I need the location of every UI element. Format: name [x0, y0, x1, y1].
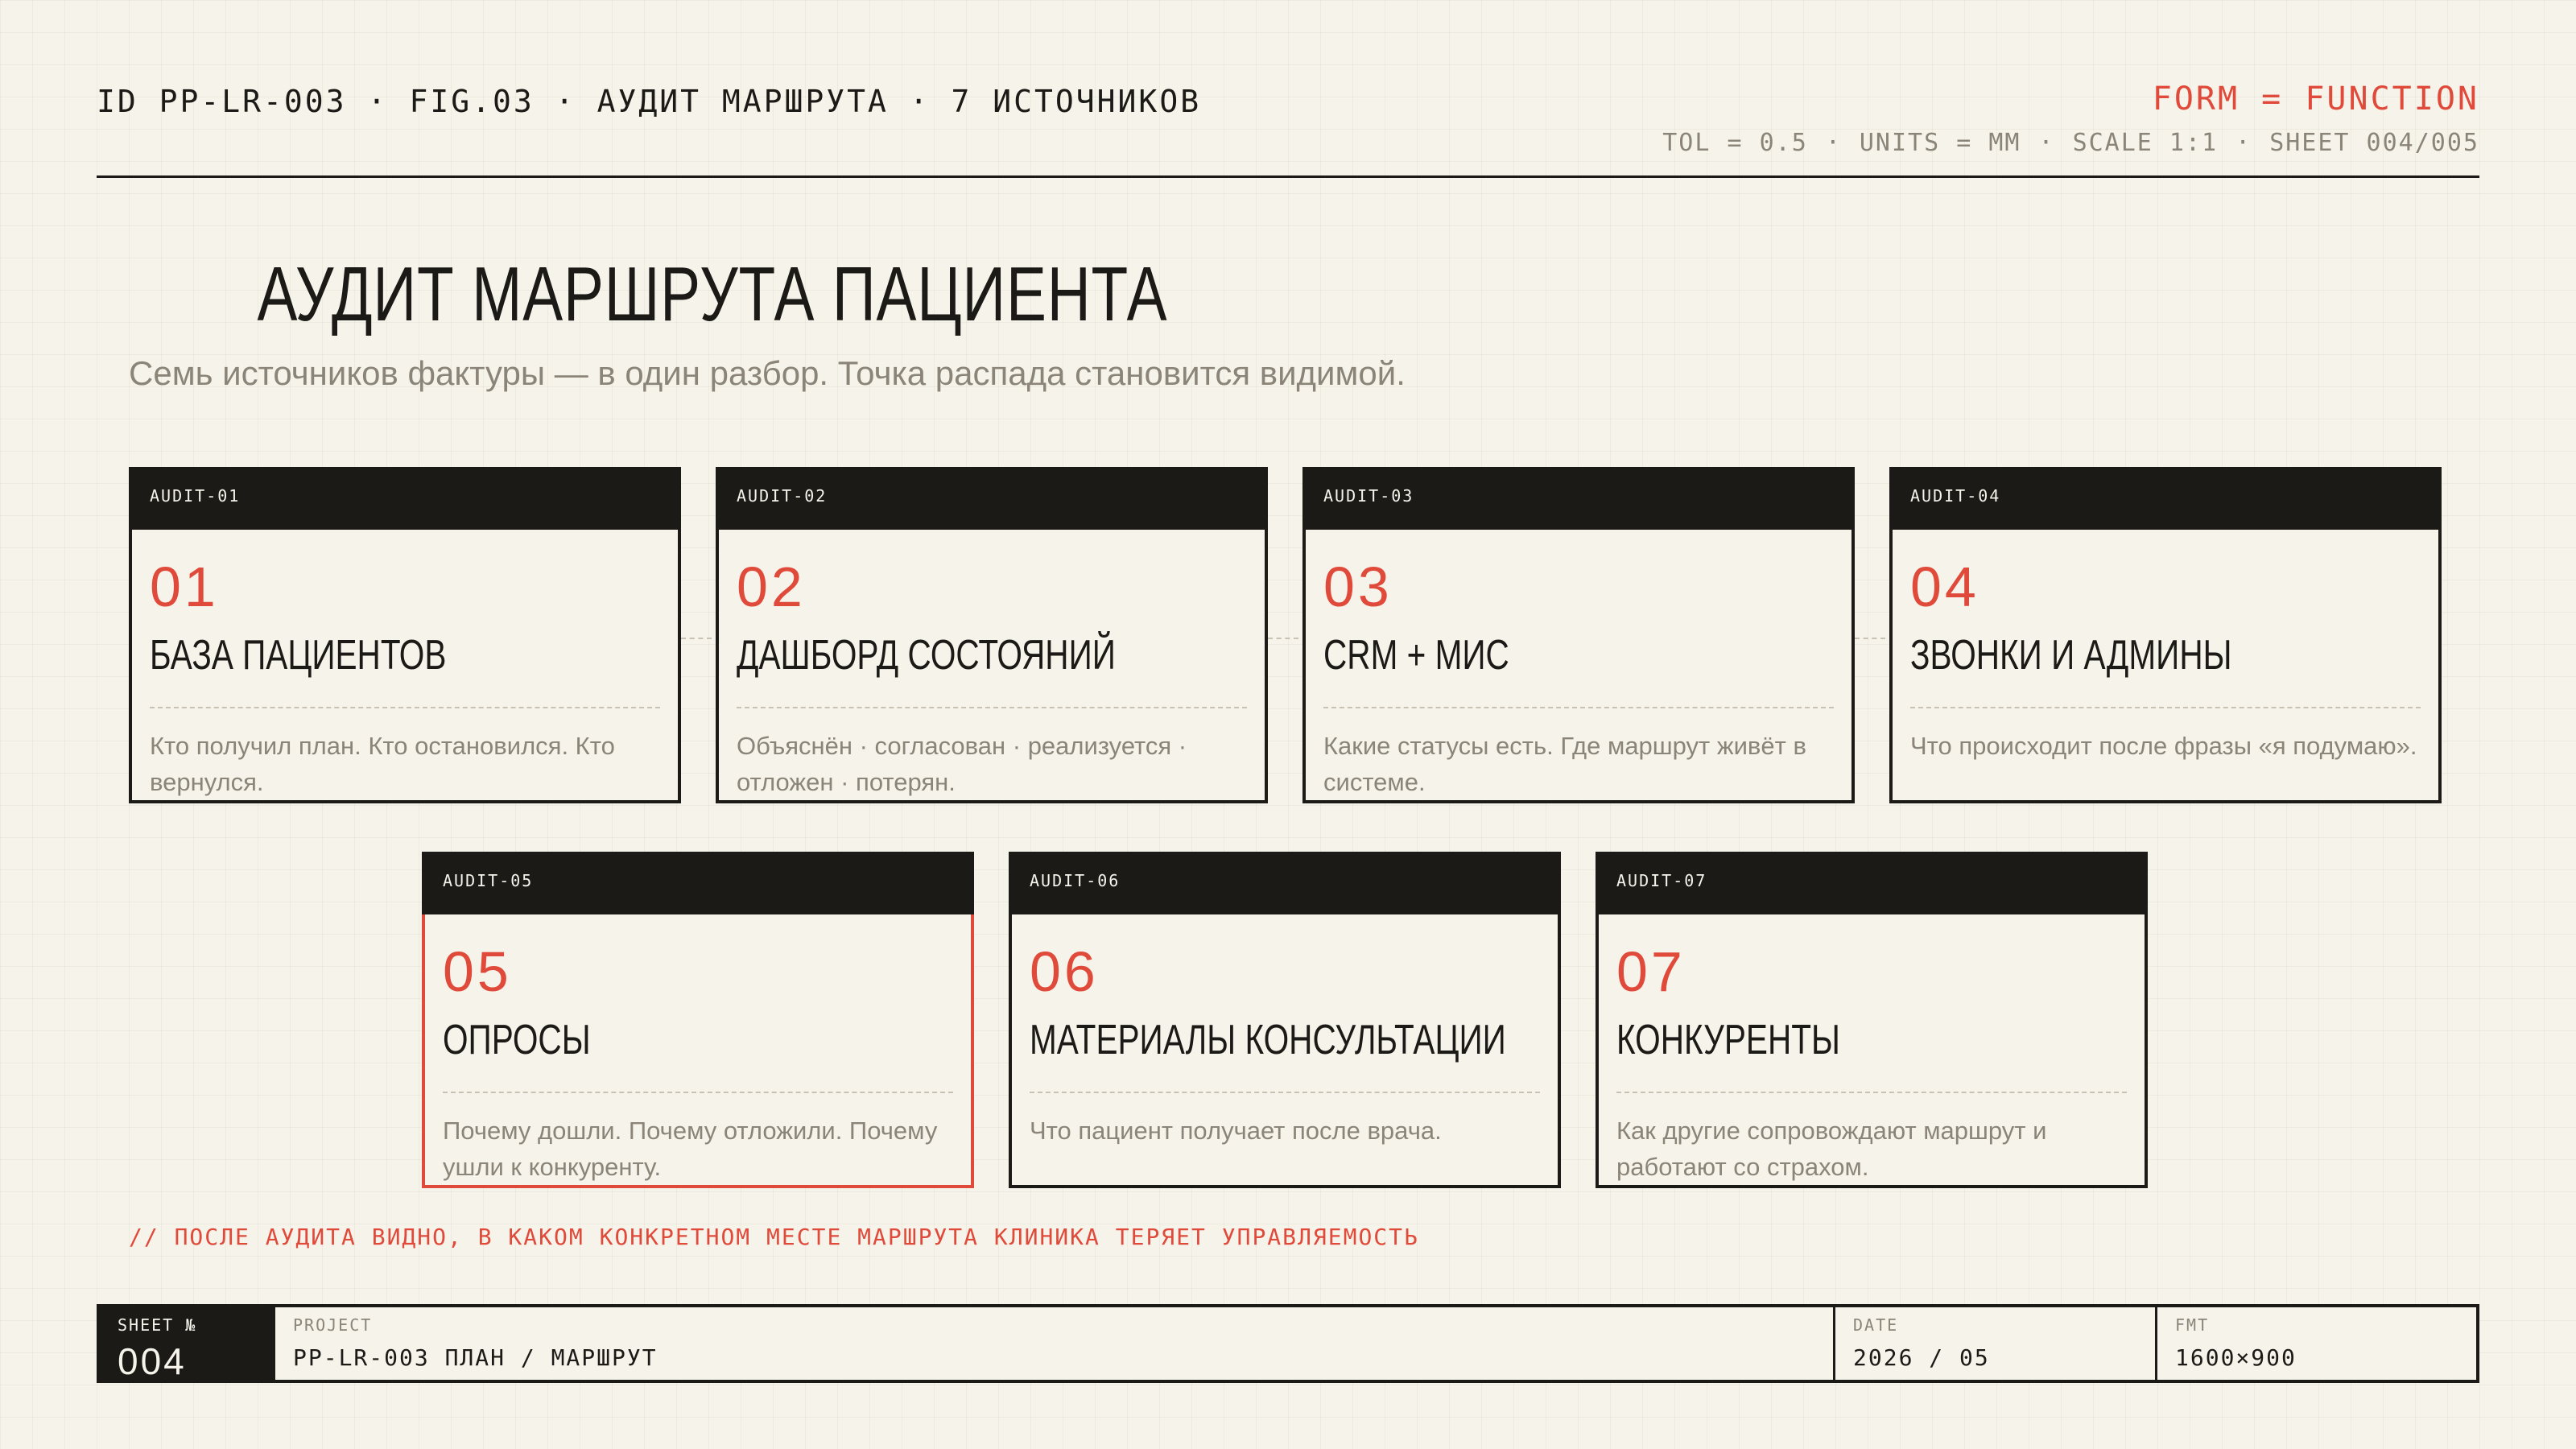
sheet-label: SHEET № [118, 1315, 197, 1335]
card-code: AUDIT-07 [1616, 871, 1707, 890]
project-value: PP-LR-003 ПЛАН / МАРШРУТ [293, 1344, 658, 1371]
format-cell: FMT 1600×900 [2157, 1307, 2476, 1380]
project-label: PROJECT [293, 1315, 373, 1335]
card-title: ДАШБОРД СОСТОЯНИЙ [737, 632, 1116, 679]
card-title: CRM + МИС [1323, 632, 1509, 679]
card-divider [1910, 707, 2421, 708]
header-divider [97, 175, 2479, 178]
card-header-bar: AUDIT-02 [716, 467, 1268, 530]
card-number: 06 [1030, 940, 1099, 1003]
separator: · [2038, 129, 2055, 157]
separator: · [555, 84, 576, 119]
card-header-bar: AUDIT-06 [1009, 852, 1561, 914]
card-number: 07 [1616, 940, 1686, 1003]
date-label: DATE [1853, 1315, 1899, 1335]
drawing-specs: TOL = 0.5 · UNITS = MM · SCALE 1:1 · SHEET 004… [1662, 129, 2479, 157]
format-value: 1600×900 [2175, 1344, 2297, 1371]
card-header-bar: AUDIT-07 [1596, 852, 2148, 914]
figure-caption: АУДИТ МАРШРУТА · 7 ИСТОЧНИКОВ [597, 84, 1202, 119]
date-cell: DATE 2026 / 05 [1835, 1307, 2157, 1380]
card-connector [1855, 638, 1885, 639]
card-description: Какие статусы есть. Где маршрут живёт в … [1323, 732, 1806, 796]
card-description: Кто получил план. Кто остановился. Кто в… [150, 732, 615, 796]
card-title: МАТЕРИАЛЫ КОНСУЛЬТАЦИИ [1030, 1017, 1506, 1063]
audit-card: AUDIT-07 07 КОНКУРЕНТЫ Как другие сопров… [1596, 852, 2148, 1188]
card-code: AUDIT-01 [150, 486, 241, 506]
tolerance: TOL = 0.5 [1662, 129, 1808, 157]
scale: SCALE 1:1 [2072, 129, 2219, 157]
header-meta: ID PP-LR-003 · FIG.03 · АУДИТ МАРШРУТА · 7 И… [97, 84, 1201, 119]
card-divider [1616, 1092, 2127, 1093]
card-number: 03 [1323, 555, 1393, 618]
card-code: AUDIT-04 [1910, 486, 2001, 506]
card-header-bar: AUDIT-04 [1889, 467, 2442, 530]
doc-id: ID PP-LR-003 [97, 84, 347, 119]
card-code: AUDIT-05 [443, 871, 534, 890]
card-code: AUDIT-06 [1030, 871, 1121, 890]
audit-card: AUDIT-06 06 МАТЕРИАЛЫ КОНСУЛЬТАЦИИ Что п… [1009, 852, 1561, 1188]
card-title: БАЗА ПАЦИЕНТОВ [150, 632, 447, 679]
format-label: FMT [2175, 1315, 2210, 1335]
sheet-number-cell: SHEET № 004 [100, 1307, 275, 1382]
audit-card: AUDIT-02 02 ДАШБОРД СОСТОЯНИЙ Объяснён ·… [716, 467, 1268, 803]
card-description: Почему дошли. Почему отложили. Почему уш… [443, 1117, 938, 1181]
card-number: 02 [737, 555, 806, 618]
card-number: 04 [1910, 555, 1979, 618]
card-connector [681, 638, 712, 639]
separator: · [367, 84, 389, 119]
card-header-bar: AUDIT-05 [422, 852, 974, 914]
card-description: Объяснён · согласован · реализуется · от… [737, 732, 1187, 796]
separator: · [1825, 129, 1842, 157]
title-block: SHEET № 004 PROJECT PP-LR-003 ПЛАН / МАР… [97, 1304, 2479, 1383]
sheet-count: SHEET 004/005 [2269, 129, 2479, 157]
card-header-bar: AUDIT-03 [1302, 467, 1855, 530]
card-number: 05 [443, 940, 512, 1003]
card-divider [443, 1092, 953, 1093]
card-code: AUDIT-02 [737, 486, 828, 506]
page-title: АУДИТ МАРШРУТА ПАЦИЕНТА [257, 251, 1168, 337]
date-value: 2026 / 05 [1853, 1344, 1990, 1371]
form-function-label: FORM = FUNCTION [2152, 80, 2479, 118]
card-divider [150, 707, 660, 708]
sheet-number: 004 [118, 1340, 187, 1382]
audit-card: AUDIT-01 01 БАЗА ПАЦИЕНТОВ Кто получил п… [129, 467, 681, 803]
card-description: Что происходит после фразы «я подумаю». [1910, 732, 2417, 760]
units: UNITS = MM [1859, 129, 2021, 157]
figure-number: FIG.03 [409, 84, 535, 119]
card-divider [1323, 707, 1834, 708]
project-cell: PROJECT PP-LR-003 ПЛАН / МАРШРУТ [275, 1307, 1835, 1380]
card-title: ЗВОНКИ И АДМИНЫ [1910, 632, 2232, 679]
card-description: Как другие сопровождают маршрут и работа… [1616, 1117, 2047, 1181]
audit-card: AUDIT-03 03 CRM + МИС Какие статусы есть… [1302, 467, 1855, 803]
card-header-bar: AUDIT-01 [129, 467, 681, 530]
card-title: КОНКУРЕНТЫ [1616, 1017, 1840, 1063]
page-subtitle: Семь источников фактуры — в один разбор.… [129, 354, 1406, 392]
card-code: AUDIT-03 [1323, 486, 1414, 506]
card-connector [1268, 638, 1298, 639]
card-description: Что пациент получает после врача. [1030, 1117, 1442, 1145]
card-number: 01 [150, 555, 219, 618]
audit-card: AUDIT-04 04 ЗВОНКИ И АДМИНЫ Что происход… [1889, 467, 2442, 803]
card-divider [1030, 1092, 1540, 1093]
separator: · [2235, 129, 2252, 157]
audit-conclusion-note: // ПОСЛЕ АУДИТА ВИДНО, В КАКОМ КОНКРЕТНО… [129, 1224, 1419, 1250]
audit-card-highlighted: AUDIT-05 05 ОПРОСЫ Почему дошли. Почему … [422, 852, 974, 1188]
card-title: ОПРОСЫ [443, 1017, 591, 1063]
card-divider [737, 707, 1247, 708]
